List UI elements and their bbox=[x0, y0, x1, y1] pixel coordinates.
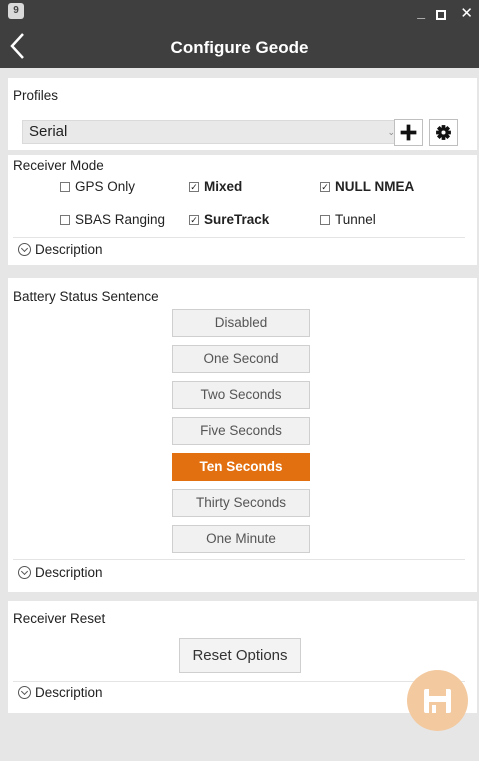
save-icon bbox=[424, 689, 451, 713]
checkbox-label: Tunnel bbox=[335, 212, 376, 227]
profile-select[interactable]: Serial ⌄ bbox=[22, 120, 402, 144]
tunnel-checkbox[interactable]: Tunnel bbox=[320, 212, 376, 227]
chevron-circle-down-icon bbox=[18, 686, 31, 699]
chevron-circle-down-icon bbox=[18, 243, 31, 256]
battery-option-button[interactable]: Disabled bbox=[172, 309, 310, 337]
save-fab-button[interactable] bbox=[407, 670, 468, 731]
checkbox-label: SureTrack bbox=[204, 212, 270, 227]
checkmark-icon: ✓ bbox=[189, 214, 199, 225]
checkbox-icon bbox=[60, 214, 70, 225]
battery-option-button[interactable]: Thirty Seconds bbox=[172, 489, 310, 517]
receiver-mode-description-toggle[interactable]: Description bbox=[18, 242, 103, 257]
title-bar: 9 _ ✕ Configure Geode bbox=[0, 0, 479, 68]
receiver-mode-label: Receiver Mode bbox=[13, 158, 104, 173]
battery-option-button[interactable]: Five Seconds bbox=[172, 417, 310, 445]
profile-select-value: Serial bbox=[29, 123, 68, 140]
app-icon: 9 bbox=[8, 3, 24, 19]
mixed-checkbox[interactable]: ✓ Mixed bbox=[189, 179, 242, 194]
checkbox-icon bbox=[320, 214, 330, 225]
sbas-ranging-checkbox[interactable]: SBAS Ranging bbox=[60, 212, 165, 227]
battery-option-button-selected[interactable]: Ten Seconds bbox=[172, 453, 310, 481]
gps-only-checkbox[interactable]: GPS Only bbox=[60, 179, 135, 194]
close-icon[interactable]: ✕ bbox=[460, 6, 473, 21]
reset-description-toggle[interactable]: Description bbox=[18, 685, 103, 700]
checkmark-icon: ✓ bbox=[320, 181, 330, 192]
divider bbox=[13, 237, 465, 238]
settings-button[interactable] bbox=[429, 119, 458, 146]
receiver-reset-label: Receiver Reset bbox=[13, 611, 106, 626]
maximize-icon[interactable] bbox=[436, 10, 446, 20]
profiles-label: Profiles bbox=[13, 88, 59, 103]
minimize-icon[interactable]: _ bbox=[417, 5, 425, 19]
description-label: Description bbox=[35, 685, 103, 700]
checkbox-label: NULL NMEA bbox=[335, 179, 415, 194]
divider bbox=[13, 559, 465, 560]
battery-description-toggle[interactable]: Description bbox=[18, 565, 103, 580]
battery-option-button[interactable]: One Minute bbox=[172, 525, 310, 553]
checkmark-icon: ✓ bbox=[189, 181, 199, 192]
divider bbox=[13, 681, 465, 682]
chevron-circle-down-icon bbox=[18, 566, 31, 579]
suretrack-checkbox[interactable]: ✓ SureTrack bbox=[189, 212, 269, 227]
battery-status-label: Battery Status Sentence bbox=[13, 289, 159, 304]
battery-status-section: Battery Status Sentence Disabled One Sec… bbox=[8, 278, 477, 592]
reset-options-button[interactable]: Reset Options bbox=[179, 638, 301, 673]
receiver-mode-section: Receiver Mode GPS Only ✓ Mixed ✓ NULL NM… bbox=[8, 155, 477, 265]
battery-option-button[interactable]: One Second bbox=[172, 345, 310, 373]
description-label: Description bbox=[35, 565, 103, 580]
profiles-section: Profiles Serial ⌄ bbox=[8, 78, 477, 150]
null-nmea-checkbox[interactable]: ✓ NULL NMEA bbox=[320, 179, 414, 194]
battery-option-button[interactable]: Two Seconds bbox=[172, 381, 310, 409]
checkbox-label: GPS Only bbox=[75, 179, 136, 194]
checkbox-icon bbox=[60, 181, 70, 192]
checkbox-label: Mixed bbox=[204, 179, 243, 194]
add-profile-button[interactable] bbox=[394, 119, 423, 146]
description-label: Description bbox=[35, 242, 103, 257]
page-title: Configure Geode bbox=[170, 38, 309, 57]
checkbox-label: SBAS Ranging bbox=[75, 212, 166, 227]
